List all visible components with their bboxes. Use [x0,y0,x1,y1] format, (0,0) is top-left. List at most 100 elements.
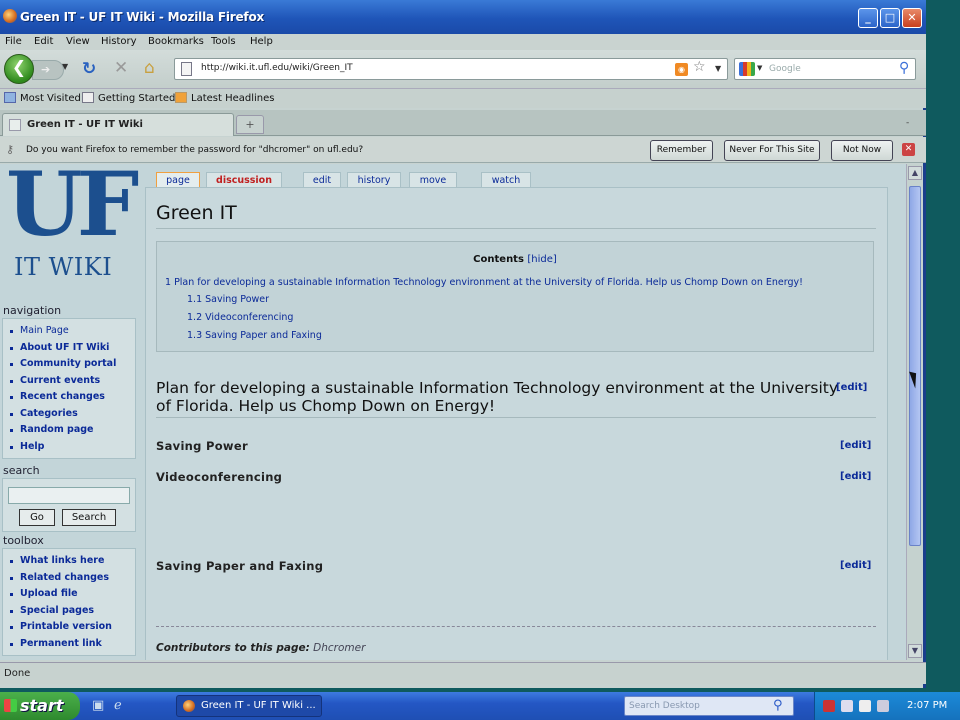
tool-upload-file[interactable]: Upload file [20,588,78,599]
safely-remove-tray-icon[interactable] [877,700,889,712]
scroll-thumb[interactable] [909,186,921,546]
edit-saving-paper-link[interactable]: [edit] [840,560,871,571]
scroll-up-icon[interactable]: ▲ [908,166,922,180]
title-bar: Green IT - UF IT Wiki - Mozilla Firefox … [0,0,926,34]
tool-printable-version[interactable]: Printable version [20,621,112,632]
toc-item-1-3[interactable]: 1.3 Saving Paper and Faxing [187,330,322,341]
stop-icon[interactable]: ✕ [114,58,128,78]
menu-history[interactable]: History [101,36,137,47]
menu-edit[interactable]: Edit [34,36,53,47]
not-now-button[interactable]: Not Now [831,140,893,161]
url-dropdown-icon[interactable]: ▼ [715,64,721,73]
section-divider [156,417,876,418]
tool-special-pages[interactable]: Special pages [20,605,94,616]
edit-videoconferencing-link[interactable]: [edit] [840,471,871,482]
nav-about[interactable]: About UF IT Wiki [20,342,109,353]
google-engine-icon[interactable] [739,62,755,76]
url-text[interactable]: http://wiki.it.ufl.edu/wiki/Green_IT [201,63,353,73]
uf-logo[interactable]: UF [6,164,139,248]
remember-button[interactable]: Remember [650,140,713,161]
menu-tools[interactable]: Tools [211,36,236,47]
tab-history[interactable]: history [347,172,401,188]
nav-main-page[interactable]: Main Page [20,325,69,336]
start-button[interactable]: start [0,692,80,720]
nav-community-portal[interactable]: Community portal [20,358,116,369]
wiki-search-input[interactable] [8,487,130,504]
tab-list-button[interactable]: - [906,118,909,128]
nav-recent-changes[interactable]: Recent changes [20,391,105,402]
ati-tray-icon[interactable] [823,700,835,712]
menu-view[interactable]: View [66,36,90,47]
tab-discussion[interactable]: discussion [206,172,282,188]
taskbar-firefox-button[interactable]: Green IT - UF IT Wiki ... [176,695,322,717]
rss-feed-icon[interactable]: ◉ [675,63,688,76]
bookmark-latest-headlines[interactable]: Latest Headlines [175,92,275,104]
edit-section-link[interactable]: [edit] [836,382,867,393]
status-text: Done [4,668,31,679]
nav-random-page[interactable]: Random page [20,424,93,435]
page-icon [82,92,94,103]
forward-button[interactable]: ➔ [32,60,64,80]
menu-help[interactable]: Help [250,36,273,47]
home-icon[interactable]: ⌂ [144,58,155,78]
tool-related-changes[interactable]: Related changes [20,572,109,583]
scroll-down-icon[interactable]: ▼ [908,644,922,658]
section-heading: Plan for developing a sustainable Inform… [156,379,839,415]
tab-watch[interactable]: watch [481,172,531,188]
new-tab-button[interactable]: + [236,115,264,134]
toc-hide-link[interactable]: [hide] [527,254,556,265]
bookmark-getting-started[interactable]: Getting Started [82,92,175,104]
vertical-scrollbar[interactable]: ▲ ▼ [906,164,923,660]
bookmark-star-icon[interactable]: ☆ [693,59,706,75]
menu-bookmarks[interactable]: Bookmarks [148,36,204,47]
bookmark-label: Getting Started [98,93,176,104]
url-bar[interactable]: http://wiki.it.ufl.edu/wiki/Green_IT ◉ ☆… [174,58,728,80]
close-notification-icon[interactable]: ✕ [902,143,915,156]
toc-item-1-1[interactable]: 1.1 Saving Power [187,294,269,305]
contributor-name[interactable]: Dhcromer [313,642,365,654]
nav-categories[interactable]: Categories [20,408,78,419]
tool-permanent-link[interactable]: Permanent link [20,638,102,649]
search-magnifier-icon[interactable]: ⚲ [899,60,909,76]
engine-dropdown-icon[interactable]: ▼ [757,64,762,72]
desktop-search-icon[interactable]: ⚲ [773,698,783,713]
toc-item-1[interactable]: 1 Plan for developing a sustainable Info… [165,277,803,288]
nav-current-events[interactable]: Current events [20,375,100,386]
ie-quicklaunch-icon[interactable]: ℯ [114,698,122,713]
edit-saving-power-link[interactable]: [edit] [840,440,871,451]
desktop-search-box[interactable]: Search Desktop ⚲ [624,696,794,716]
tab-green-it[interactable]: Green IT - UF IT Wiki [2,113,234,136]
contributors-divider [156,626,876,627]
tab-move[interactable]: move [409,172,457,188]
toc-item-1-2[interactable]: 1.2 Videoconferencing [187,312,293,323]
nav-help[interactable]: Help [20,441,44,452]
tab-label: Green IT - UF IT Wiki [27,119,143,130]
clock[interactable]: 2:07 PM [907,700,947,711]
show-desktop-icon[interactable]: ▣ [92,698,104,713]
close-button[interactable]: ✕ [902,8,922,28]
firefox-icon [3,9,17,23]
bookmark-most-visited[interactable]: Most Visited [4,92,81,104]
volume-tray-icon[interactable] [859,700,871,712]
reload-icon[interactable]: ↻ [82,59,96,79]
maximize-button[interactable]: □ [880,8,900,28]
history-dropdown-icon[interactable]: ▼ [62,62,68,71]
back-button[interactable]: ❮ [4,54,34,84]
never-for-this-site-button[interactable]: Never For This Site [724,140,820,161]
tab-edit[interactable]: edit [303,172,341,188]
go-button[interactable]: Go [19,509,55,526]
minimize-button[interactable]: _ [858,8,878,28]
menu-file[interactable]: File [5,36,22,47]
network-tray-icon[interactable] [841,700,853,712]
taskbar-window-label: Green IT - UF IT Wiki ... [201,700,316,711]
bullet [10,610,13,613]
tool-what-links-here[interactable]: What links here [20,555,104,566]
tab-strip: Green IT - UF IT Wiki + - [0,110,926,136]
it-wiki-logo[interactable]: IT WIKI [14,253,112,281]
password-notification-bar: ⚷ Do you want Firefox to remember the pa… [0,137,926,163]
window-title: Green IT - UF IT Wiki - Mozilla Firefox [20,10,265,24]
search-button[interactable]: Search [62,509,116,526]
web-search-box[interactable]: ▼ Google ⚲ [734,58,916,80]
bullet [10,560,13,563]
tab-page[interactable]: page [156,172,200,188]
